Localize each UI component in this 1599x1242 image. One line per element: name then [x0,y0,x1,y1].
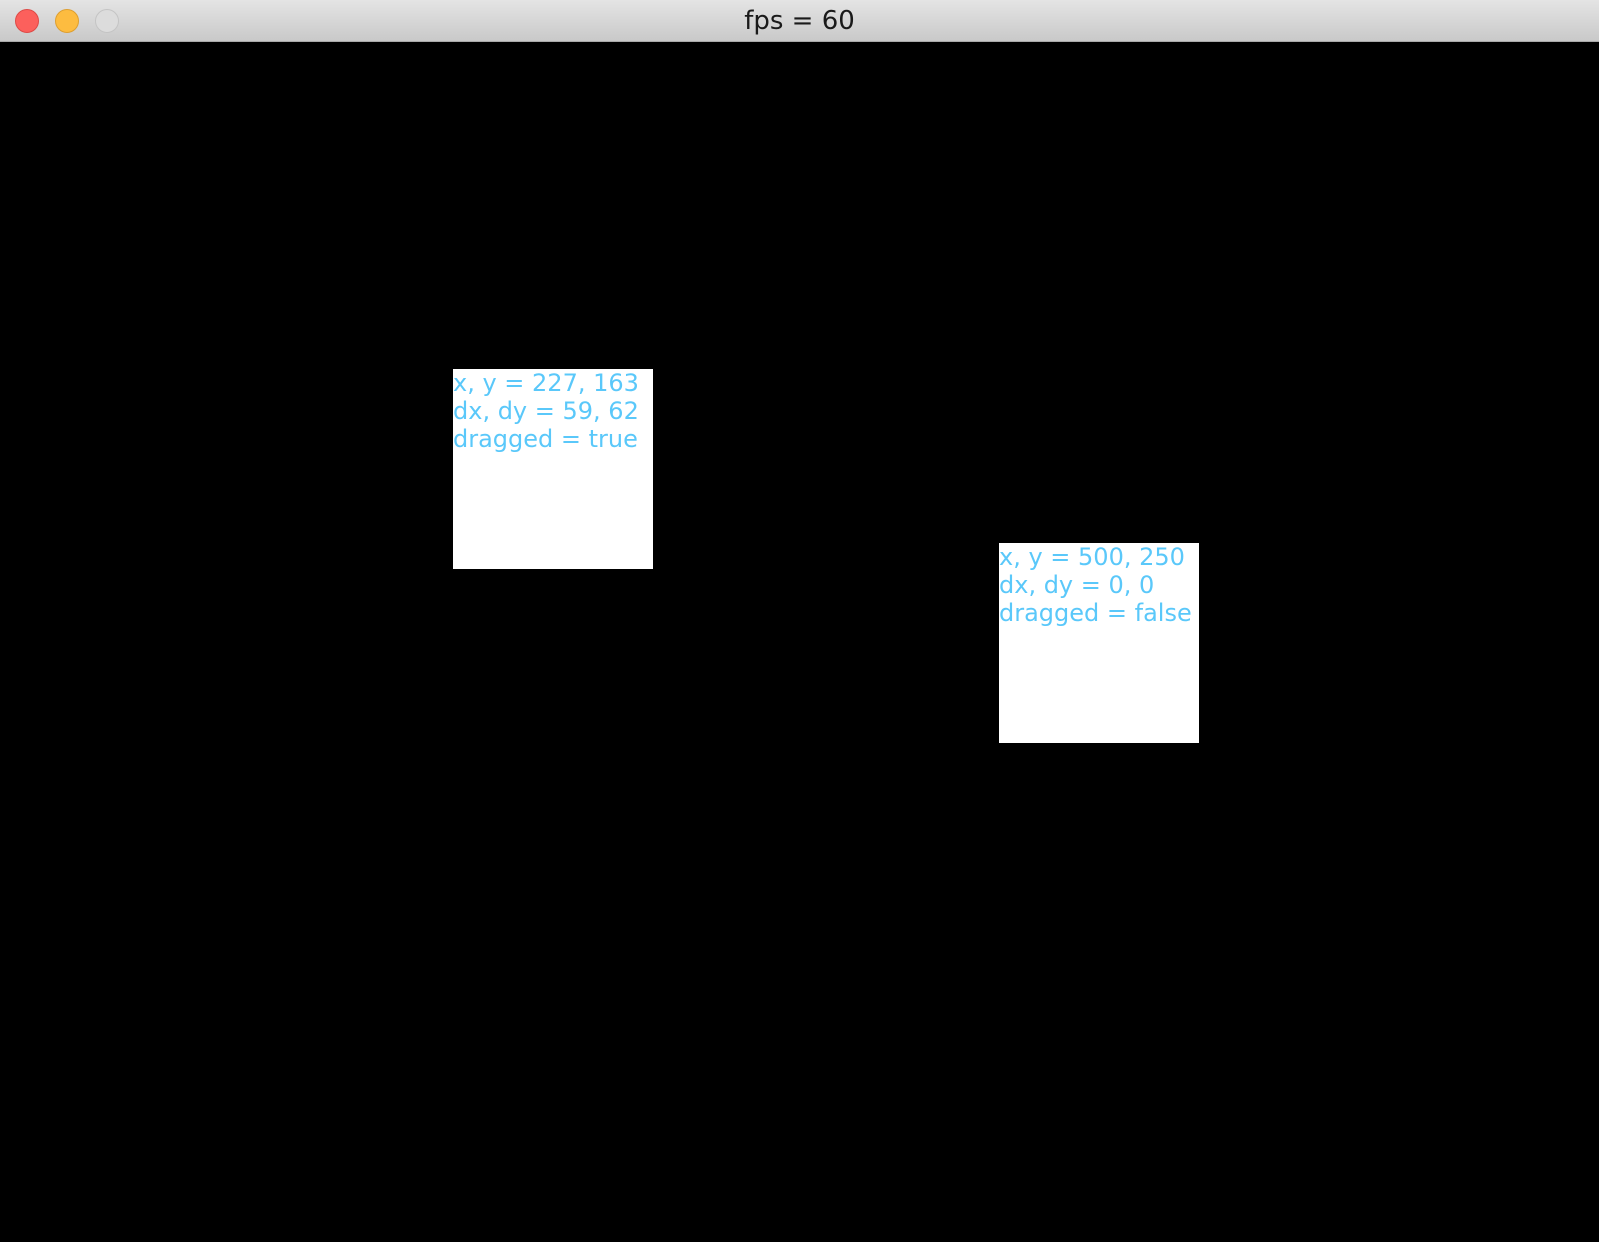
position-readout: x, y = 227, 163 [453,369,639,397]
draggable-box[interactable]: x, y = 500, 250 dx, dy = 0, 0 dragged = … [999,543,1199,743]
app-window: fps = 60 x, y = 227, 163 dx, dy = 59, 62… [0,0,1599,1242]
delta-readout: dx, dy = 0, 0 [999,571,1155,599]
render-canvas[interactable]: x, y = 227, 163 dx, dy = 59, 62 dragged … [0,42,1599,1242]
position-readout: x, y = 500, 250 [999,543,1185,571]
delta-readout: dx, dy = 59, 62 [453,397,639,425]
dragged-readout: dragged = false [999,599,1192,627]
dragged-readout: dragged = true [453,425,638,453]
draggable-box[interactable]: x, y = 227, 163 dx, dy = 59, 62 dragged … [453,369,653,569]
window-title: fps = 60 [744,6,855,36]
title-bar[interactable]: fps = 60 [0,0,1599,42]
